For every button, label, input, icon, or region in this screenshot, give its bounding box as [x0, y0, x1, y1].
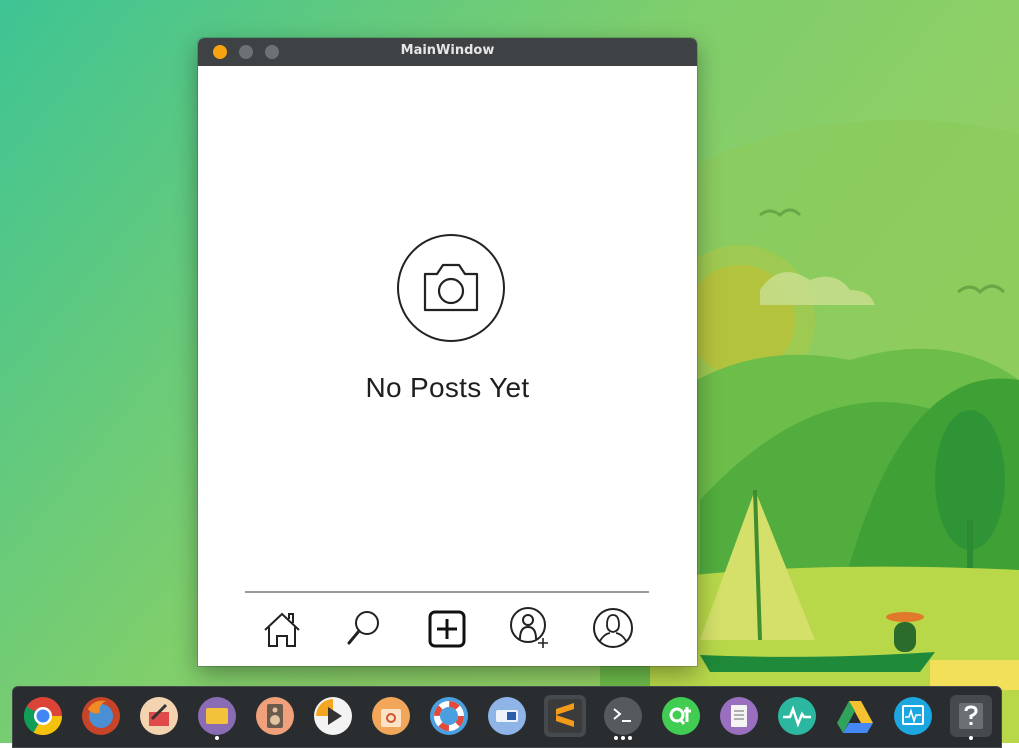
camera-icon	[397, 234, 505, 342]
monitor-icon	[894, 697, 932, 735]
empty-feed-message: No Posts Yet	[365, 372, 530, 403]
nav-add-post-button[interactable]	[427, 606, 467, 650]
window-titlebar[interactable]: MainWindow	[198, 38, 697, 66]
add-box-icon	[428, 610, 466, 648]
main-window: MainWindow No Posts Yet	[198, 38, 697, 666]
dock-qt-creator[interactable]	[660, 695, 702, 737]
window-title: MainWindow	[400, 43, 495, 58]
speaker-icon	[256, 697, 294, 735]
drive-icon	[837, 701, 873, 733]
profile-icon	[593, 608, 633, 648]
running-indicator	[614, 736, 632, 740]
dock-sublime-text[interactable]	[544, 695, 586, 737]
dock-monitor[interactable]	[892, 695, 934, 737]
dock-pen-app[interactable]	[138, 695, 180, 737]
play-icon	[314, 697, 352, 735]
dock-google-drive[interactable]	[834, 695, 876, 737]
dock-help[interactable]	[428, 695, 470, 737]
dock-unknown-app[interactable]	[950, 695, 992, 740]
shopping-bag-icon	[372, 697, 410, 735]
running-indicator	[215, 736, 219, 740]
dock-music[interactable]	[254, 695, 296, 737]
dock-remote-desktop[interactable]	[486, 695, 528, 737]
dock-video-player[interactable]	[312, 695, 354, 737]
dock-files[interactable]	[196, 695, 238, 740]
lifebuoy-icon	[430, 697, 468, 735]
dock-chrome[interactable]	[22, 695, 64, 737]
question-icon	[959, 703, 983, 729]
dock-text-editor[interactable]	[718, 695, 760, 737]
nav-follow-button[interactable]	[509, 606, 549, 650]
nav-search-button[interactable]	[344, 606, 384, 650]
nav-home-button[interactable]	[262, 606, 302, 650]
dock-terminal[interactable]	[602, 695, 644, 740]
chrome-icon	[23, 697, 63, 736]
pulse-icon	[778, 697, 816, 735]
home-icon	[264, 612, 300, 647]
firefox-icon	[82, 697, 120, 735]
dock	[12, 686, 1002, 748]
folder-icon	[198, 697, 236, 735]
qt-icon	[662, 697, 700, 735]
add-user-icon	[510, 607, 548, 648]
nav-profile-button[interactable]	[592, 606, 633, 650]
bottom-nav-divider	[245, 591, 649, 593]
remote-desktop-icon	[488, 697, 526, 735]
document-icon	[720, 697, 758, 735]
pen-app-icon	[140, 697, 178, 735]
sublime-icon	[548, 699, 582, 733]
terminal-icon	[604, 697, 642, 735]
dock-software-center[interactable]	[370, 695, 412, 737]
dock-system-monitor[interactable]	[776, 695, 818, 737]
dock-firefox[interactable]	[80, 695, 122, 737]
running-indicator	[969, 736, 973, 740]
search-icon	[347, 611, 379, 645]
